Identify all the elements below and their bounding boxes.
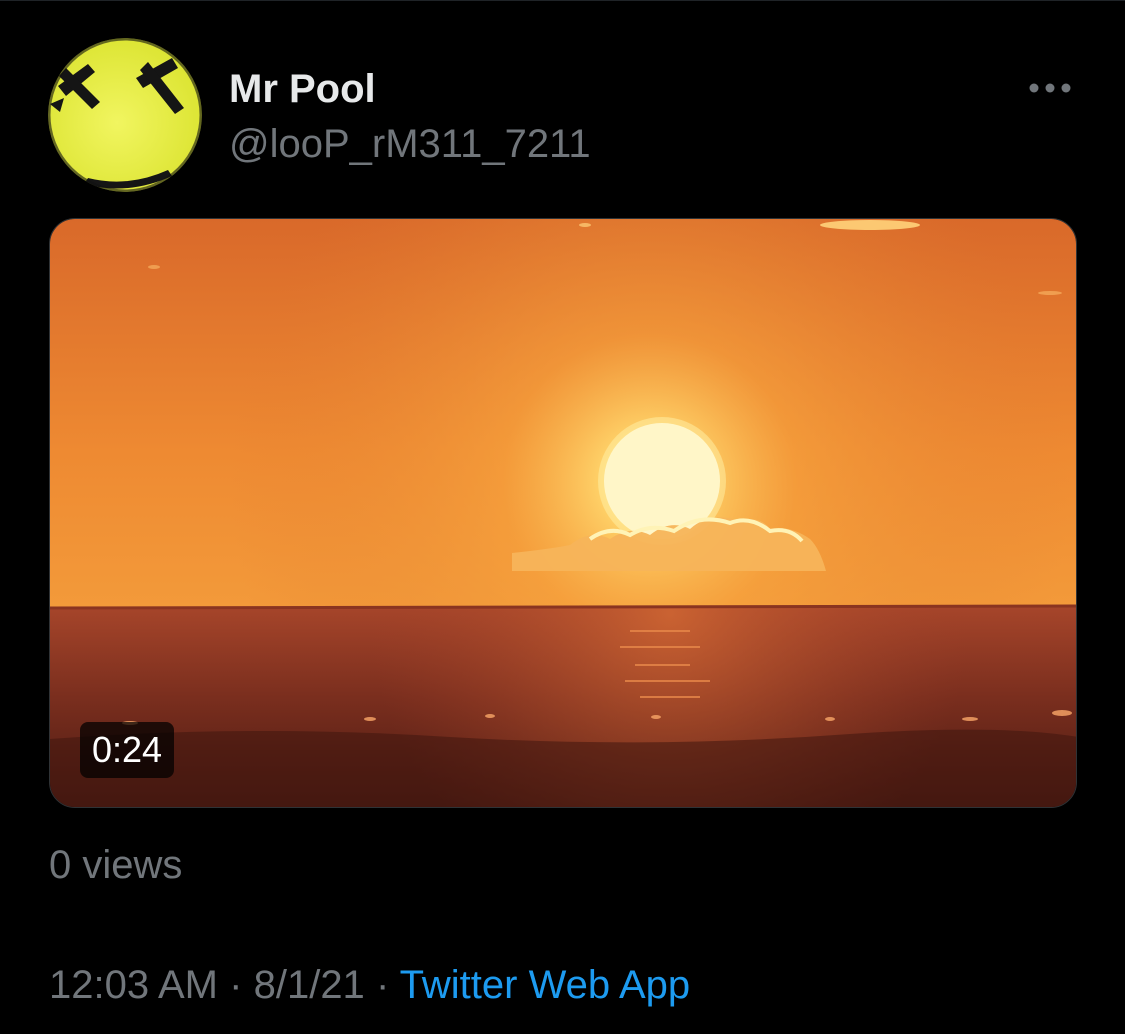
tweet-source-link[interactable]: Twitter Web App <box>400 963 691 1007</box>
yellow-x-eyes-face-icon <box>48 38 202 192</box>
top-divider <box>0 0 1125 1</box>
video-duration-badge: 0:24 <box>80 722 175 778</box>
display-name[interactable]: Mr Pool <box>229 66 376 112</box>
more-options-button[interactable] <box>1022 70 1078 106</box>
more-horizontal-icon <box>1029 83 1071 93</box>
tweet-time[interactable]: 12:03 AM <box>49 963 218 1007</box>
tweet-metadata: 12:03 AM · 8/1/21 · Twitter Web App <box>49 962 690 1008</box>
view-count: 0 views <box>49 843 183 887</box>
video-player[interactable] <box>49 218 1077 808</box>
user-handle[interactable]: @looP_rM311_7211 <box>229 121 591 167</box>
tweet-date[interactable]: 8/1/21 <box>254 963 365 1007</box>
avatar[interactable] <box>48 38 202 192</box>
separator-dot: · <box>375 963 390 1007</box>
sunset-video-thumbnail <box>50 219 1076 807</box>
separator-dot: · <box>229 963 243 1007</box>
